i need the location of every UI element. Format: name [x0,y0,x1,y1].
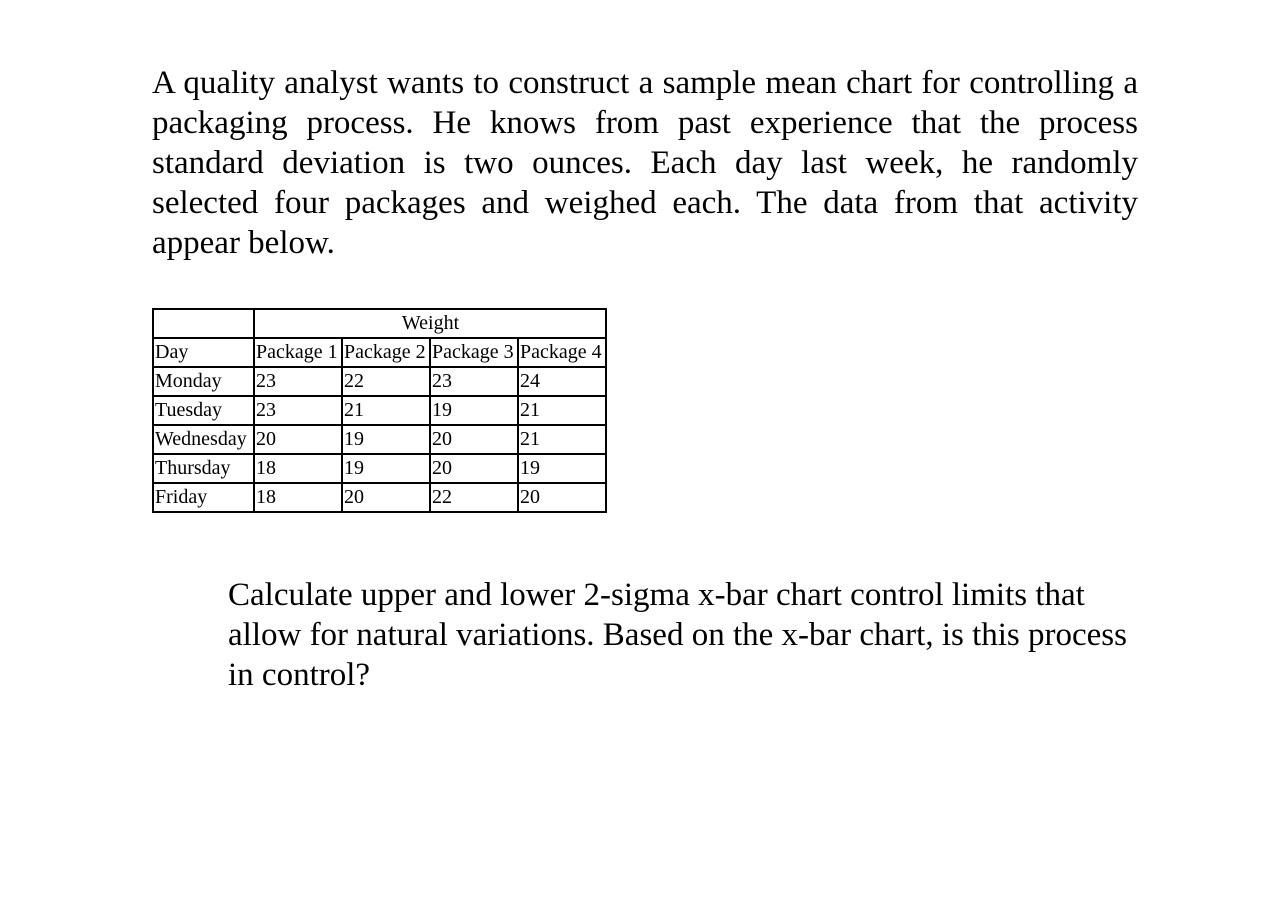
day-cell: Tuesday [152,395,255,426]
group-header-row: Weight [152,308,607,339]
day-cell: Monday [152,366,255,397]
weight-cell: 22 [429,482,519,513]
weight-cell: 19 [341,453,431,484]
table-row: Monday 23 22 23 24 [152,366,607,397]
weight-cell: 23 [253,366,343,397]
column-header: Package 2 [341,337,431,368]
day-cell: Friday [152,482,255,513]
weight-cell: 20 [517,482,607,513]
weight-cell: 21 [341,395,431,426]
weight-cell: 19 [517,453,607,484]
empty-header-cell [152,308,255,339]
weight-cell: 20 [341,482,431,513]
weight-cell: 19 [429,395,519,426]
problem-statement: A quality analyst wants to construct a s… [152,65,1138,261]
weight-cell: 22 [341,366,431,397]
weight-cell: 21 [517,424,607,455]
day-cell: Thursday [152,453,255,484]
table-row: Thursday 18 19 20 19 [152,453,607,484]
weight-cell: 23 [429,366,519,397]
day-cell: Wednesday [152,424,255,455]
weight-cell: 23 [253,395,343,426]
table-row: Tuesday 23 21 19 21 [152,395,607,426]
question-text: Calculate upper and lower 2-sigma x-bar … [228,577,1127,693]
weight-cell: 20 [429,453,519,484]
weight-cell: 18 [253,482,343,513]
weight-cell: 20 [429,424,519,455]
column-header-row: Day Package 1 Package 2 Package 3 Packag… [152,337,607,368]
column-header: Day [152,337,255,368]
weight-cell: 24 [517,366,607,397]
weight-group-header: Weight [253,308,607,339]
weight-data-table: Weight Day Package 1 Package 2 Package 3… [152,308,607,513]
weight-cell: 21 [517,395,607,426]
column-header: Package 3 [429,337,519,368]
weight-cell: 19 [341,424,431,455]
table-row: Friday 18 20 22 20 [152,482,607,513]
column-header: Package 1 [253,337,343,368]
table-row: Wednesday 20 19 20 21 [152,424,607,455]
weight-cell: 20 [253,424,343,455]
column-header: Package 4 [517,337,607,368]
weight-cell: 18 [253,453,343,484]
